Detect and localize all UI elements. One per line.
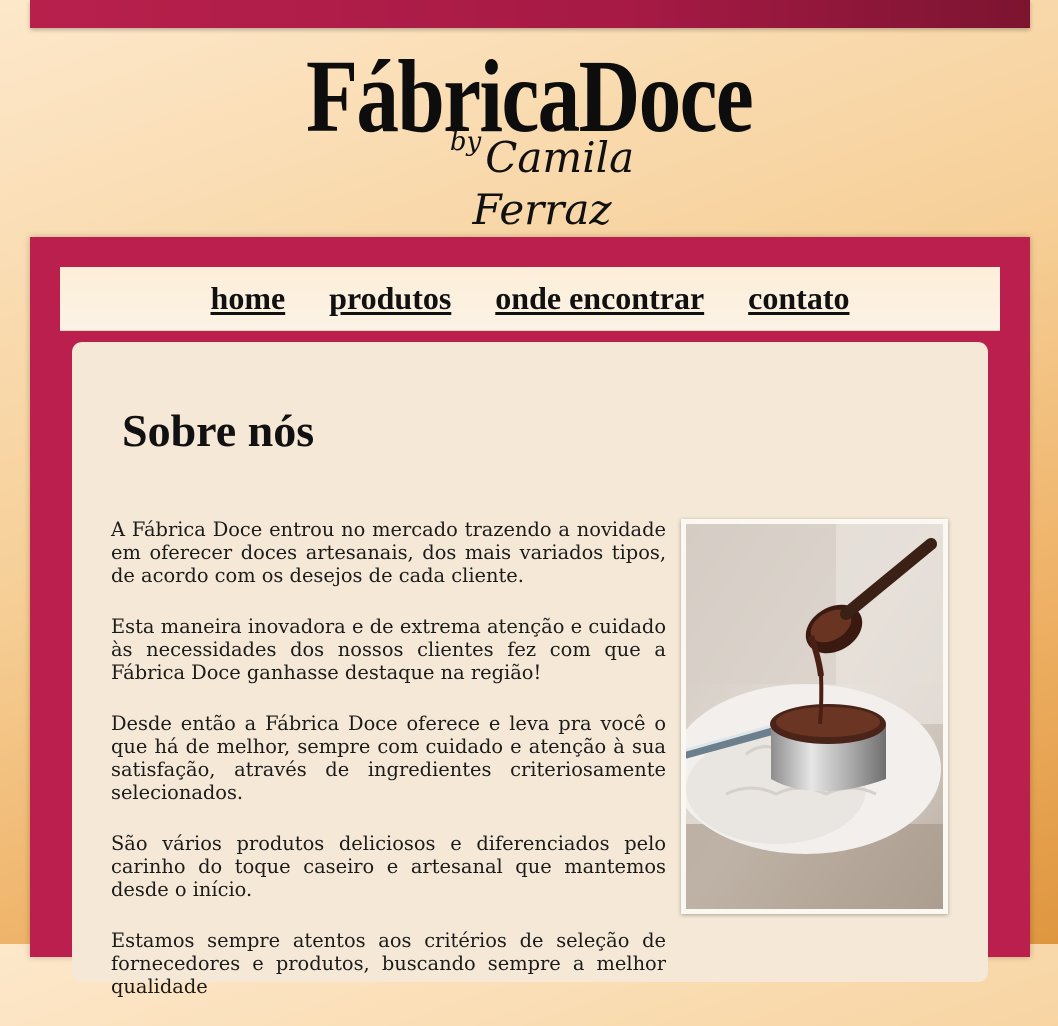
nav-item-produtos[interactable]: produtos [329, 267, 451, 330]
top-accent-bar [30, 0, 1030, 28]
about-paragraph-1: A Fábrica Doce entrou no mercado trazend… [111, 518, 666, 587]
about-paragraph-4: São vários produtos deliciosos e diferen… [111, 832, 666, 901]
nav-item-home[interactable]: home [211, 267, 286, 330]
chocolate-spoon-image [686, 524, 943, 909]
tagline-name: Camila Ferraz [472, 133, 635, 234]
about-paragraph-5: Estamos sempre atentos aos critérios de … [111, 929, 666, 998]
about-paragraph-2: Esta maneira inovadora e de extrema aten… [111, 615, 666, 684]
about-panel: Sobre nós A Fábrica Doce entrou no merca… [72, 342, 988, 998]
about-paragraph-3: Desde então a Fábrica Doce oferece e lev… [111, 712, 666, 804]
main-nav: home produtos onde encontrar contato [60, 267, 1000, 331]
nav-item-contato[interactable]: contato [748, 267, 849, 330]
tagline-by: by [449, 127, 482, 157]
chocolate-photo [681, 519, 948, 914]
brand-logo[interactable]: FábricaDoce byCamila Ferraz [0, 45, 1058, 233]
content-frame: home produtos onde encontrar contato Sob… [30, 237, 1030, 998]
page-title: Sobre nós [122, 405, 315, 456]
nav-item-onde-encontrar[interactable]: onde encontrar [495, 267, 704, 330]
brand-signature: byCamila Ferraz [422, 127, 662, 234]
about-text: A Fábrica Doce entrou no mercado trazend… [111, 518, 666, 1026]
